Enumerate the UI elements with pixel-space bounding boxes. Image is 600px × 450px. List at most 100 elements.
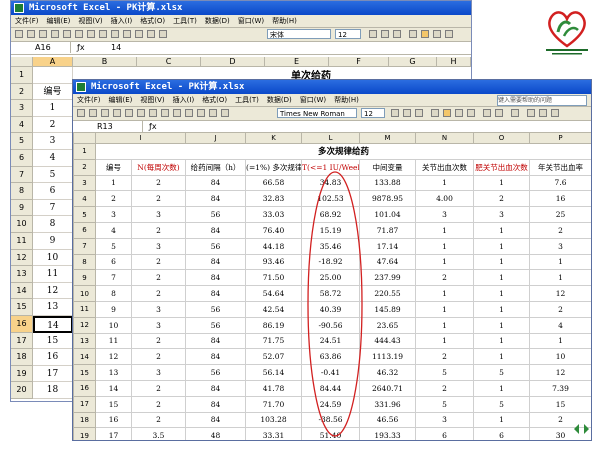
sum-icon[interactable] <box>197 109 205 117</box>
col-header-e[interactable]: E <box>265 57 329 67</box>
data-cell[interactable]: 2 <box>130 395 187 413</box>
row-header[interactable]: 9 <box>73 269 96 287</box>
menu-file[interactable]: 文件(F) <box>77 96 101 104</box>
data-cell[interactable]: 32.83 <box>245 190 303 208</box>
data-cell[interactable]: 56 <box>185 316 247 334</box>
font-name-select[interactable]: 宋体 <box>267 29 331 39</box>
data-cell[interactable]: 84 <box>185 332 247 350</box>
cell-a[interactable]: 18 <box>33 382 73 399</box>
print-icon[interactable] <box>51 30 59 38</box>
underline-icon[interactable] <box>415 109 423 117</box>
print-icon[interactable] <box>113 109 121 117</box>
row-header[interactable]: 7 <box>73 237 96 255</box>
col-header-d[interactable]: D <box>201 57 265 67</box>
help-search-input[interactable]: 键入需要帮助的问题 <box>497 95 587 106</box>
data-cell[interactable]: 17 <box>95 427 132 440</box>
col-header-a[interactable]: A <box>33 57 73 67</box>
open-icon[interactable] <box>89 109 97 117</box>
row-header[interactable]: 2 <box>73 158 96 176</box>
bold-icon[interactable] <box>391 109 399 117</box>
col-header-c[interactable]: C <box>137 57 201 67</box>
copy-icon[interactable] <box>149 109 157 117</box>
row-header[interactable]: 10 <box>11 216 33 233</box>
row-header[interactable]: 20 <box>11 382 33 399</box>
preview-icon[interactable] <box>63 30 71 38</box>
menu-data[interactable]: 数据(D) <box>267 96 292 104</box>
fx-icon[interactable]: ƒx <box>77 42 85 54</box>
data-cell[interactable]: 2 <box>415 348 475 366</box>
underline-icon[interactable] <box>393 30 401 38</box>
copy-icon[interactable] <box>87 30 95 38</box>
data-cell[interactable]: 4 <box>95 221 132 239</box>
menu-insert[interactable]: 插入(I) <box>111 17 133 25</box>
data-cell[interactable]: 1 <box>415 174 475 192</box>
merge-icon[interactable] <box>467 109 475 117</box>
sum-icon[interactable] <box>135 30 143 38</box>
row-header[interactable]: 1 <box>73 143 96 160</box>
col-header[interactable]: J <box>185 132 247 144</box>
row-header[interactable]: 8 <box>73 253 96 271</box>
bold-icon[interactable] <box>369 30 377 38</box>
back-formula-value[interactable]: 14 <box>111 42 121 54</box>
cell-a[interactable]: 编号 <box>33 83 73 101</box>
font-size-select[interactable]: 12 <box>361 108 385 118</box>
data-cell[interactable]: 84 <box>185 395 247 413</box>
data-cell[interactable]: 84 <box>185 190 247 208</box>
data-cell[interactable]: 2 <box>415 379 475 397</box>
data-cell[interactable]: 76.40 <box>245 221 303 239</box>
data-cell[interactable]: 1 <box>473 379 531 397</box>
data-cell[interactable]: 331.96 <box>359 395 417 413</box>
data-cell[interactable]: 25 <box>529 206 591 223</box>
data-cell[interactable]: 16 <box>95 411 132 429</box>
column-title[interactable]: 给药间隔（h） <box>185 158 247 176</box>
row-header[interactable]: 5 <box>11 133 33 150</box>
data-cell[interactable]: 3 <box>415 411 475 429</box>
column-title[interactable]: 关节出血次数 <box>415 158 475 176</box>
data-cell[interactable]: 84 <box>185 411 247 429</box>
sort-icon[interactable] <box>209 109 217 117</box>
data-cell[interactable]: 2 <box>130 253 187 271</box>
column-title[interactable]: 肥关节出血次数 <box>473 158 531 176</box>
redo-icon[interactable] <box>185 109 193 117</box>
data-cell[interactable]: 1 <box>415 253 475 271</box>
data-cell[interactable]: 71.50 <box>245 269 303 287</box>
data-cell[interactable]: 16 <box>529 190 591 208</box>
data-cell[interactable]: 1 <box>473 300 531 318</box>
row-header[interactable]: 11 <box>11 233 33 250</box>
cell-a[interactable]: 9 <box>33 233 73 250</box>
data-cell[interactable]: 46.56 <box>359 411 417 429</box>
row-header[interactable]: 19 <box>11 365 33 383</box>
data-cell[interactable]: 2 <box>415 269 475 287</box>
menu-help[interactable]: 帮助(H) <box>334 96 359 104</box>
data-cell[interactable]: 1 <box>415 285 475 302</box>
row-header[interactable]: 6 <box>11 150 33 167</box>
row-header[interactable]: 2 <box>11 83 33 101</box>
data-cell[interactable]: 2 <box>473 190 531 208</box>
font-color-icon[interactable] <box>551 109 559 117</box>
row-header[interactable]: 6 <box>73 221 96 239</box>
border-icon[interactable] <box>527 109 535 117</box>
data-cell[interactable]: 3.5 <box>130 427 187 440</box>
row-header[interactable]: 14 <box>73 348 96 366</box>
data-cell[interactable]: 17.14 <box>359 237 417 255</box>
data-cell[interactable]: 6 <box>95 253 132 271</box>
cut-icon[interactable] <box>137 109 145 117</box>
data-cell[interactable]: 3 <box>95 206 132 223</box>
data-cell[interactable]: 2 <box>130 348 187 366</box>
menu-edit[interactable]: 编辑(E) <box>109 96 133 104</box>
save-icon[interactable] <box>39 30 47 38</box>
row-header[interactable]: 19 <box>73 427 96 440</box>
data-cell[interactable]: 84 <box>185 174 247 192</box>
data-cell[interactable]: 41.78 <box>245 379 303 397</box>
row-header[interactable]: 10 <box>73 285 96 302</box>
cell-a[interactable]: 13 <box>33 299 73 316</box>
row-header[interactable]: 15 <box>73 364 96 381</box>
data-cell[interactable]: 2 <box>130 411 187 429</box>
data-cell[interactable]: 56.14 <box>245 364 303 381</box>
cell-a[interactable]: 6 <box>33 183 73 200</box>
menu-tools[interactable]: 工具(T) <box>235 96 259 104</box>
data-cell[interactable]: 11 <box>95 332 132 350</box>
chart-icon[interactable] <box>159 30 167 38</box>
data-cell[interactable]: 3 <box>130 364 187 381</box>
data-cell[interactable]: 2 <box>95 190 132 208</box>
